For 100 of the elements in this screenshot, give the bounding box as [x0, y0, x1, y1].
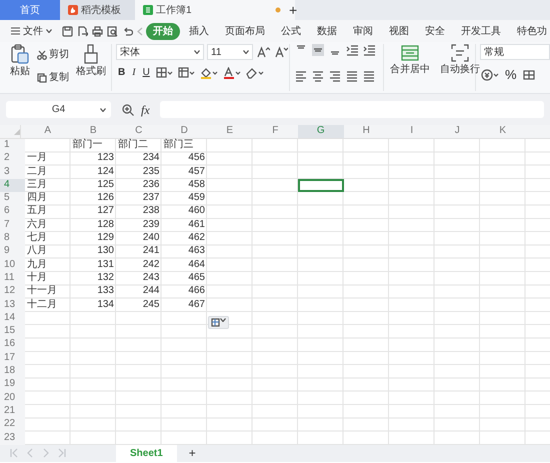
- align-middle-icon[interactable]: [312, 44, 324, 56]
- caret-icon: [46, 29, 52, 33]
- table-cell-text: 123: [96, 152, 115, 166]
- menu-icon: [11, 27, 20, 35]
- align-indent-more-icon[interactable]: [363, 44, 375, 56]
- row-header[interactable]: 21: [0, 404, 25, 418]
- underline-button[interactable]: U: [140, 64, 152, 81]
- align-center-icon[interactable]: [312, 70, 324, 82]
- row-header[interactable]: 10: [0, 258, 25, 272]
- ribbon-tab[interactable]: 插入: [182, 22, 216, 40]
- caret-icon: [243, 50, 249, 54]
- ribbon-tab[interactable]: 开发工具: [454, 22, 508, 40]
- row-header[interactable]: 2: [0, 152, 25, 166]
- column-header[interactable]: H: [344, 125, 389, 138]
- align-justify-icon[interactable]: [346, 70, 358, 82]
- row-header[interactable]: 1: [0, 139, 25, 152]
- add-sheet-button[interactable]: +: [180, 447, 204, 460]
- app-tab[interactable]: 稻壳模板: [60, 0, 135, 20]
- copy-icon[interactable]: [37, 72, 47, 82]
- row-header[interactable]: 8: [0, 232, 25, 246]
- row-header[interactable]: 22: [0, 418, 25, 432]
- decrease-font-icon[interactable]: [275, 46, 288, 58]
- table-cell-text: 464: [187, 258, 206, 272]
- ribbon-tab[interactable]: 安全: [418, 22, 452, 40]
- font-size-field[interactable]: 11: [207, 44, 253, 60]
- ribbon-tab[interactable]: 审阅: [346, 22, 380, 40]
- ribbon-tab[interactable]: 开始: [146, 22, 180, 40]
- paste-options-button[interactable]: [208, 316, 229, 329]
- row-header[interactable]: 7: [0, 218, 25, 232]
- save-icon[interactable]: [62, 26, 73, 36]
- cell-reference: G4: [52, 103, 66, 117]
- row-header[interactable]: 9: [0, 245, 25, 259]
- row-header[interactable]: 5: [0, 192, 25, 206]
- bold-button[interactable]: B: [116, 64, 128, 81]
- table-cell-text: 三月: [26, 178, 48, 192]
- row-header[interactable]: 20: [0, 392, 25, 405]
- row-header[interactable]: 15: [0, 325, 25, 338]
- table-cell-text: 239: [142, 218, 160, 232]
- table-cell-text: 129: [96, 232, 115, 246]
- merge-center-button[interactable]: 合并居中: [388, 44, 432, 77]
- row-header[interactable]: 23: [0, 432, 25, 445]
- name-box[interactable]: G4: [6, 101, 111, 118]
- row-header[interactable]: 14: [0, 312, 25, 326]
- italic-button[interactable]: I: [130, 64, 138, 81]
- currency-icon[interactable]: [481, 68, 499, 81]
- row-header[interactable]: 12: [0, 285, 25, 299]
- wrap-text-button[interactable]: 自动换行: [438, 44, 482, 77]
- copy-button[interactable]: 复制: [35, 69, 71, 86]
- align-distribute-icon[interactable]: [363, 70, 375, 82]
- ribbon-tab[interactable]: 数据: [310, 22, 344, 40]
- undo-icon[interactable]: [122, 26, 133, 36]
- app-tab[interactable]: 首页: [0, 0, 60, 20]
- sheet-tab[interactable]: Sheet1: [116, 444, 177, 462]
- column-header[interactable]: G: [298, 125, 344, 138]
- table-cell-text: 四月: [26, 192, 48, 205]
- table-cell-text: 十一月: [26, 285, 58, 298]
- row-header[interactable]: 17: [0, 352, 25, 366]
- cut-button[interactable]: 剪切: [35, 46, 71, 63]
- row-header[interactable]: 18: [0, 365, 25, 378]
- align-left-icon[interactable]: [295, 70, 307, 82]
- format-painter-button[interactable]: 格式刷: [74, 44, 108, 79]
- row-header[interactable]: 19: [0, 378, 25, 392]
- function-label[interactable]: fx: [141, 100, 150, 118]
- ribbon-tab[interactable]: 特色功: [510, 22, 550, 40]
- wrap-text-icon[interactable]: [451, 44, 469, 62]
- row-header[interactable]: 11: [0, 272, 25, 286]
- zoom-in-icon[interactable]: [122, 104, 134, 116]
- align-right-icon[interactable]: [329, 70, 341, 82]
- brush-icon[interactable]: [83, 44, 99, 64]
- row-header[interactable]: 16: [0, 338, 25, 352]
- eraser-icon[interactable]: [246, 66, 264, 78]
- number-format-field[interactable]: 常规: [480, 44, 550, 60]
- ribbon-tab[interactable]: 视图: [382, 22, 416, 40]
- row-header[interactable]: 4: [0, 178, 25, 192]
- row-header[interactable]: 13: [0, 298, 25, 312]
- fill-color-icon[interactable]: [200, 66, 218, 78]
- ribbon-tab[interactable]: 公式: [274, 22, 308, 40]
- table-cell-text: 460: [187, 205, 206, 218]
- table-cell-text: 237: [142, 192, 160, 206]
- export-icon[interactable]: [77, 26, 88, 36]
- scissors-icon[interactable]: [37, 50, 47, 60]
- increase-font-icon[interactable]: [257, 46, 270, 58]
- ribbon-tab[interactable]: 页面布局: [218, 22, 272, 40]
- print-icon[interactable]: [92, 26, 103, 36]
- merge-cells-icon[interactable]: [401, 44, 419, 62]
- print-preview-icon[interactable]: [107, 26, 118, 36]
- row-header[interactable]: 3: [0, 166, 25, 179]
- font-field[interactable]: 宋体: [116, 44, 204, 60]
- selected-cell[interactable]: [298, 178, 344, 192]
- paste-button[interactable]: 粘贴: [8, 44, 32, 79]
- table-cell-text: 132: [96, 272, 115, 285]
- file-menu[interactable]: 文件: [4, 22, 59, 40]
- percent-button[interactable]: %: [503, 64, 519, 86]
- table-cell-text: 236: [142, 178, 160, 192]
- row-header[interactable]: 6: [0, 205, 25, 219]
- table-cell-text: 六月: [26, 218, 48, 232]
- cell-style-icon[interactable]: [178, 67, 195, 78]
- font-color-icon[interactable]: [222, 66, 241, 78]
- align-indent-less-icon[interactable]: [346, 44, 358, 56]
- borders-icon[interactable]: [156, 67, 173, 78]
